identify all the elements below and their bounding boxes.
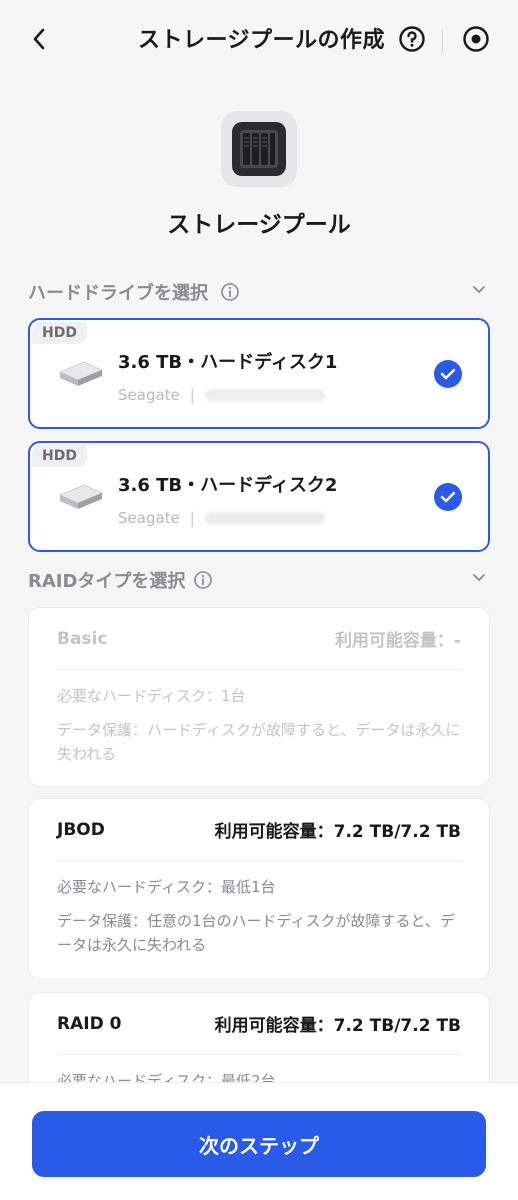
chevron-down-icon[interactable] (472, 285, 486, 295)
disk-name: 3.6 TB・ハードディスク1 (118, 352, 338, 373)
disk-details: Seagate | (118, 386, 325, 404)
record-icon (463, 26, 489, 52)
hard-disk-icon (58, 484, 104, 509)
disk-brand: Seagate (118, 509, 180, 527)
selected-check-icon[interactable] (434, 360, 462, 388)
back-button[interactable] (24, 22, 54, 56)
next-step-button[interactable]: 次のステップ (32, 1111, 486, 1177)
disk-serial-redacted (204, 389, 325, 401)
chevron-down-icon[interactable] (472, 573, 486, 583)
header-divider (442, 30, 443, 52)
raid-data-protection: データ保護：ハードディスクが故障すると、データは永久に失われる (57, 721, 461, 763)
drives-section-header[interactable]: ハードドライブを選択 (28, 277, 490, 307)
storage-pool-icon (221, 111, 297, 187)
disk-card-1[interactable]: HDD 3.6 TB・ハードディスク1 Seagate | (28, 318, 490, 429)
chevron-left-icon (33, 28, 45, 50)
raid-name: JBOD (57, 819, 105, 840)
raid-name: Basic (57, 628, 108, 649)
top-bar: ストレージプールの作成 (0, 0, 518, 80)
raid-capacity: 利用可能容量：7.2 TB/7.2 TB (214, 1016, 461, 1036)
hdd-tag: HDD (32, 445, 87, 467)
raid-required-disks: 必要なハードディスク：1台 (57, 687, 246, 705)
hdd-tag: HDD (32, 322, 87, 344)
info-icon[interactable] (220, 282, 240, 302)
raid-name: RAID 0 (57, 1013, 122, 1034)
disk-card-2[interactable]: HDD 3.6 TB・ハードディスク2 Seagate | (28, 441, 490, 552)
raid-data-protection: データ保護：任意の1台のハードディスクが故障すると、データは永久に失われる (57, 912, 455, 954)
record-button[interactable] (461, 24, 491, 54)
page-title: ストレージプールの作成 (138, 28, 386, 53)
hard-disk-icon (58, 361, 104, 386)
raid-section-header[interactable]: RAIDタイプを選択 (28, 565, 490, 595)
disk-separator: | (189, 509, 195, 527)
disk-name: 3.6 TB・ハードディスク2 (118, 475, 338, 496)
raid-capacity: 利用可能容量：- (334, 631, 461, 651)
selected-check-icon[interactable] (434, 483, 462, 511)
hero-title: ストレージプール (167, 212, 351, 238)
help-circle-icon (399, 26, 425, 52)
bottom-action-bar: 次のステップ (0, 1082, 518, 1200)
info-icon[interactable] (193, 570, 213, 590)
raid-section-label: RAIDタイプを選択 (28, 571, 186, 592)
disk-details: Seagate | (118, 509, 325, 527)
raid-option-basic[interactable]: Basic 利用可能容量：- 必要なハードディスク：1台 データ保護：ハードディ… (28, 607, 490, 787)
drives-section-label: ハードドライブを選択 (28, 283, 208, 304)
help-button[interactable] (397, 24, 427, 54)
raid-required-disks: 必要なハードディスク：最低1台 (57, 878, 276, 896)
disk-separator: | (189, 386, 195, 404)
raid-capacity: 利用可能容量：7.2 TB/7.2 TB (214, 822, 461, 842)
raid-option-jbod[interactable]: JBOD 利用可能容量：7.2 TB/7.2 TB 必要なハードディスク：最低1… (28, 798, 490, 980)
disk-brand: Seagate (118, 386, 180, 404)
disk-serial-redacted (204, 512, 325, 524)
